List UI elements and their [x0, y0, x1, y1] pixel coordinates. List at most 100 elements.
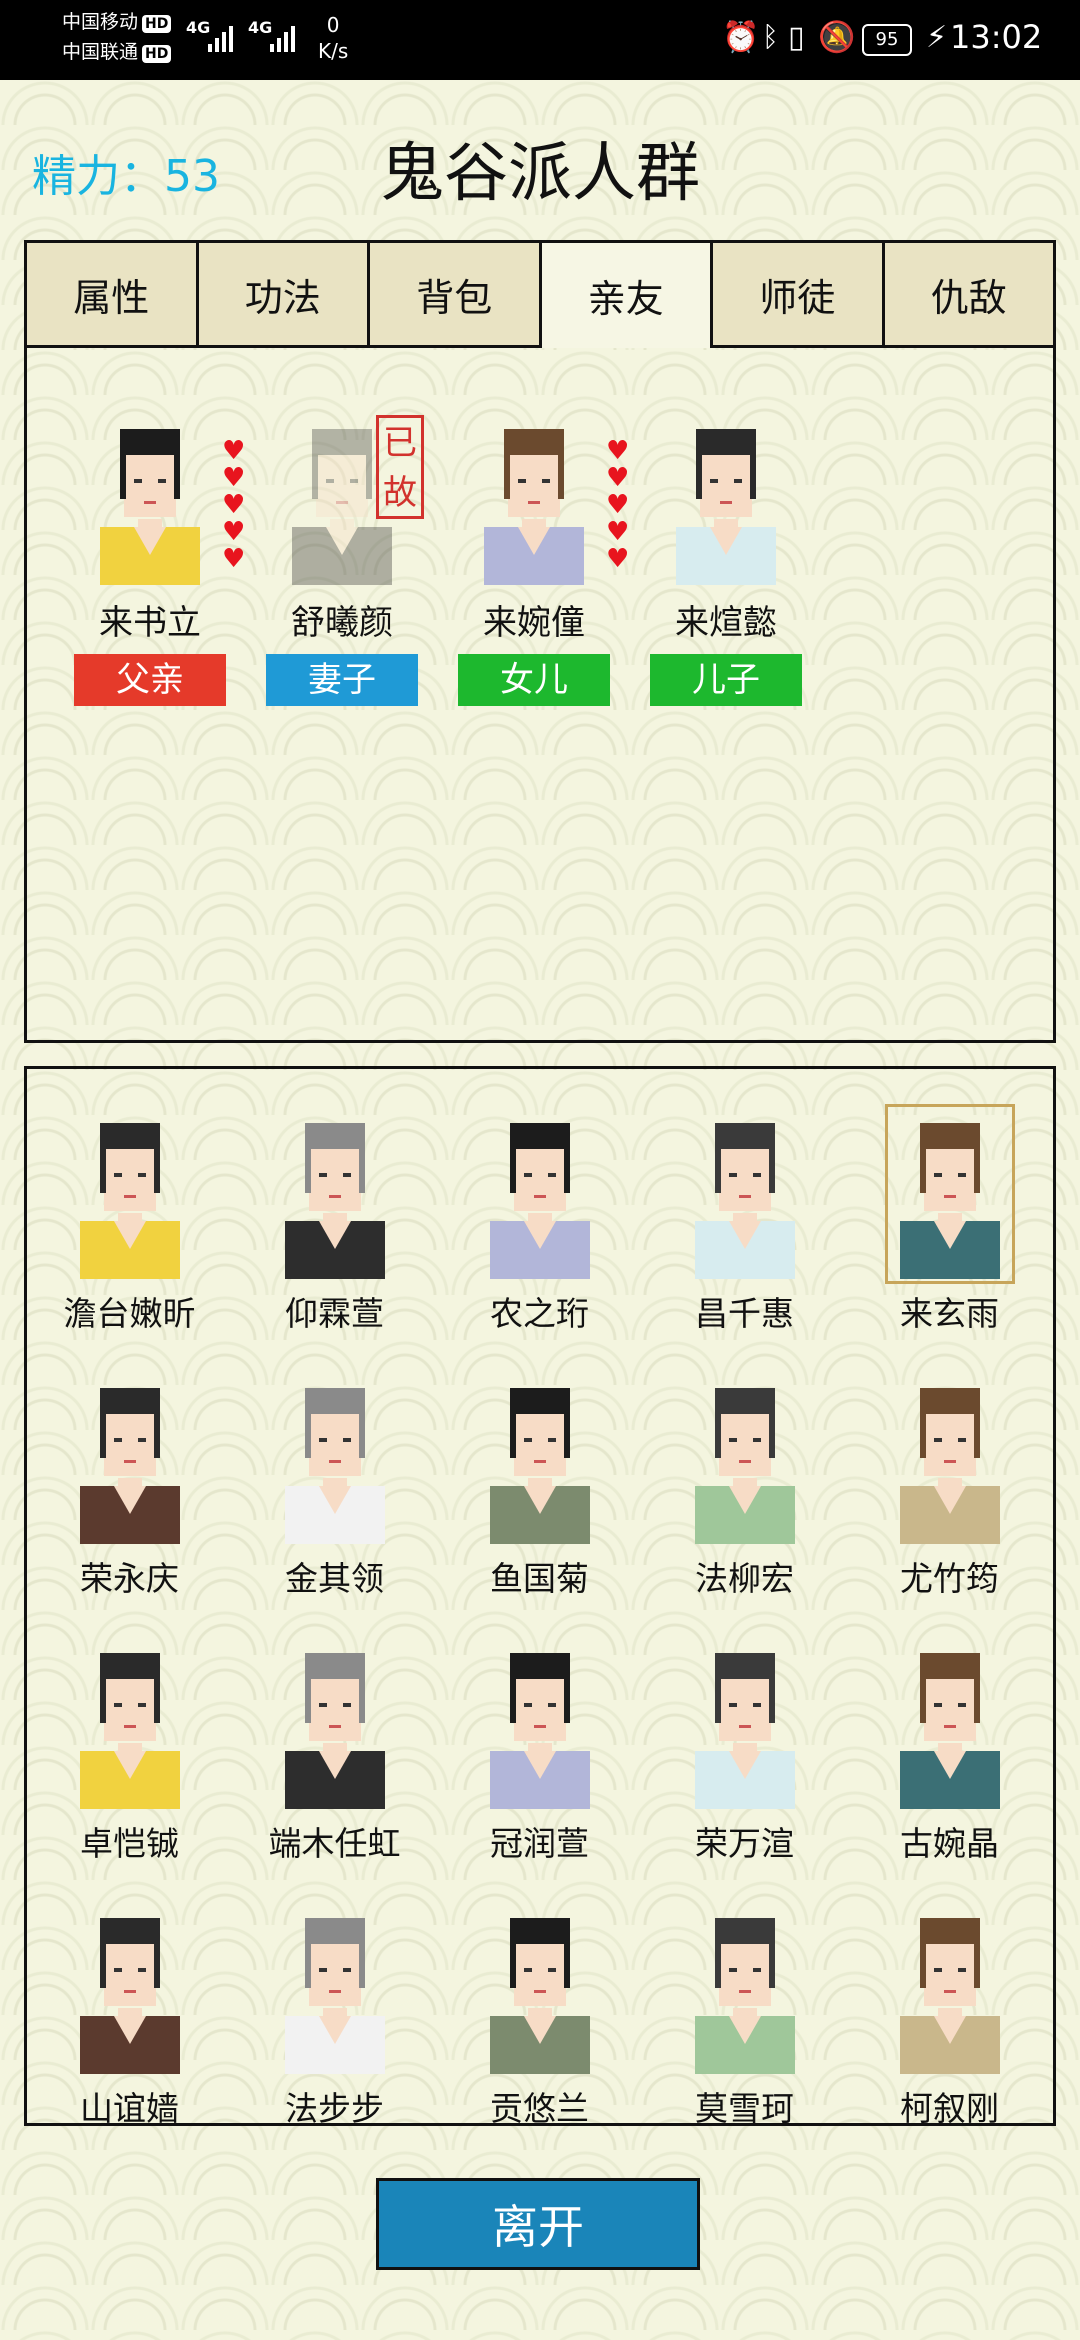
network-type-2: 4G	[248, 18, 273, 37]
tab-enemies[interactable]: 仇敌	[881, 240, 1056, 348]
member-name: 农之珩	[490, 1294, 589, 1333]
relation-badge: 女儿	[458, 654, 610, 706]
member-portrait	[70, 1374, 190, 1544]
sect-roster[interactable]: 澹台嫩昕 仰霖萱 农之珩 昌千惠 来玄雨荣永庆 金其领 鱼国菊 法柳宏 尤竹筠卓恺铖 端木任虹 冠润…	[24, 1066, 1056, 2126]
roster-member[interactable]: 古婉晶	[847, 1639, 1052, 1865]
member-name: 金其领	[285, 1559, 384, 1598]
heart-icon: ♥	[606, 517, 630, 547]
relative-card[interactable]: ♥ ♥ ♥ ♥ ♥ 来婉僮 女儿	[456, 415, 629, 706]
signal-icon-2	[270, 20, 295, 52]
member-portrait	[480, 1639, 600, 1809]
roster-member[interactable]: 来玄雨	[847, 1104, 1052, 1335]
page-title: 鬼谷派人群	[380, 137, 700, 211]
member-name: 尤竹筠	[900, 1559, 999, 1598]
network-type-1: 4G	[186, 18, 211, 37]
tab-inventory[interactable]: 背包	[367, 240, 539, 348]
heart-icon: ♥	[222, 463, 246, 493]
member-name: 昌千惠	[695, 1294, 794, 1333]
tab-attributes[interactable]: 属性	[24, 240, 196, 348]
signal-icon	[208, 20, 233, 52]
member-portrait	[685, 1109, 805, 1279]
member-portrait	[275, 1639, 395, 1809]
member-name: 荣万渲	[695, 1824, 794, 1863]
member-name: 卓恺铖	[80, 1824, 179, 1863]
affection-hearts: ♥ ♥ ♥ ♥ ♥	[222, 438, 246, 572]
tab-bar: 属性 功法 背包 亲友 师徒 仇敌	[24, 240, 1056, 348]
alarm-icon: ⏰	[722, 20, 760, 55]
roster-member[interactable]: 尤竹筠	[847, 1374, 1052, 1600]
roster-member[interactable]: 柯叙刚	[847, 1904, 1052, 2126]
deceased-stamp: 已故	[376, 415, 424, 519]
carrier-2: 中国联通 HD	[62, 40, 172, 64]
charging-icon: ⚡	[926, 20, 948, 55]
member-portrait	[890, 1639, 1010, 1809]
roster-member[interactable]: 澹台嫩昕	[27, 1109, 232, 1335]
member-name: 古婉晶	[900, 1824, 999, 1863]
member-name: 冠润萱	[490, 1824, 589, 1863]
affection-hearts: ♥ ♥ ♥ ♥ ♥	[606, 436, 630, 574]
heart-icon: ♥	[606, 436, 630, 466]
roster-member[interactable]: 法步步	[232, 1904, 437, 2126]
heart-icon: ♥	[222, 490, 246, 520]
member-name: 来玄雨	[900, 1294, 999, 1333]
roster-member[interactable]: 莫雪珂	[642, 1904, 847, 2126]
member-portrait	[70, 1109, 190, 1279]
member-portrait	[685, 1904, 805, 2074]
carrier-1: 中国移动 HD	[62, 10, 172, 34]
member-portrait	[70, 1904, 190, 2074]
roster-member[interactable]: 端木任虹	[232, 1639, 437, 1865]
member-portrait	[890, 1374, 1010, 1544]
member-portrait	[480, 1109, 600, 1279]
member-portrait	[275, 1904, 395, 2074]
heart-icon: ♥	[606, 463, 630, 493]
relation-badge: 父亲	[74, 654, 226, 706]
roster-member[interactable]: 鱼国菊	[437, 1374, 642, 1600]
relative-card[interactable]: 来煊懿 儿子	[648, 415, 804, 706]
member-name: 莫雪珂	[695, 2089, 794, 2126]
member-name: 法步步	[285, 2089, 384, 2126]
member-name: 荣永庆	[80, 1559, 179, 1598]
roster-member[interactable]: 卓恺铖	[27, 1639, 232, 1865]
member-portrait	[275, 1109, 395, 1279]
relation-badge: 儿子	[650, 654, 802, 706]
roster-member[interactable]: 法柳宏	[642, 1374, 847, 1600]
roster-member[interactable]: 荣万渲	[642, 1639, 847, 1865]
member-name: 澹台嫩昕	[63, 1294, 196, 1333]
tab-master-disciple[interactable]: 师徒	[710, 240, 882, 348]
member-portrait	[70, 1639, 190, 1809]
relative-card[interactable]: 已故 舒曦颜 妻子	[264, 415, 424, 706]
member-name: 柯叙刚	[900, 2089, 999, 2126]
status-bar: 中国移动 HD 中国联通 HD 4G 4G 0 K/s ⏰ ᛒ ▯ 🔕 95 ⚡ 13…	[0, 0, 1080, 80]
roster-member[interactable]: 山谊嫱	[27, 1904, 232, 2123]
member-name: 仰霖萱	[285, 1294, 384, 1333]
tab-skills[interactable]: 功法	[195, 240, 367, 348]
roster-member[interactable]: 昌千惠	[642, 1109, 847, 1335]
relative-name: 来煊懿	[675, 603, 777, 643]
roster-member[interactable]: 荣永庆	[27, 1374, 232, 1600]
roster-member[interactable]: 冠润萱	[437, 1639, 642, 1865]
roster-member[interactable]: 农之珩	[437, 1109, 642, 1335]
member-name: 法柳宏	[695, 1559, 794, 1598]
roster-member[interactable]: 金其领	[232, 1374, 437, 1600]
relative-name: 来书立	[99, 603, 201, 643]
member-name: 端木任虹	[268, 1824, 401, 1863]
network-speed: 0 K/s	[318, 13, 349, 63]
tab-relatives[interactable]: 亲友	[538, 240, 710, 348]
member-portrait	[890, 1904, 1010, 2074]
relative-card[interactable]: ♥ ♥ ♥ ♥ ♥ 来书立父亲	[72, 415, 245, 706]
relative-portrait	[666, 415, 786, 585]
leave-button[interactable]: 离开	[376, 2178, 700, 2270]
member-portrait	[884, 1104, 1015, 1284]
member-portrait	[685, 1639, 805, 1809]
relative-portrait	[474, 415, 594, 585]
roster-member[interactable]: 仰霖萱	[232, 1109, 437, 1335]
member-portrait	[685, 1374, 805, 1544]
bluetooth-icon: ᛒ	[762, 20, 779, 53]
vibrate-icon: ▯	[788, 20, 805, 55]
heart-icon: ♥	[606, 544, 630, 574]
relatives-list: ♥ ♥ ♥ ♥ ♥ 来书立 父亲 已故 舒曦颜 妻子 ♥ ♥ ♥ ♥ ♥ 来婉僮 女儿 来煊懿 儿子	[72, 415, 804, 706]
member-portrait	[275, 1374, 395, 1544]
roster-member[interactable]: 贡悠兰	[437, 1904, 642, 2123]
battery-icon: 95	[862, 24, 912, 56]
heart-icon: ♥	[222, 517, 246, 547]
